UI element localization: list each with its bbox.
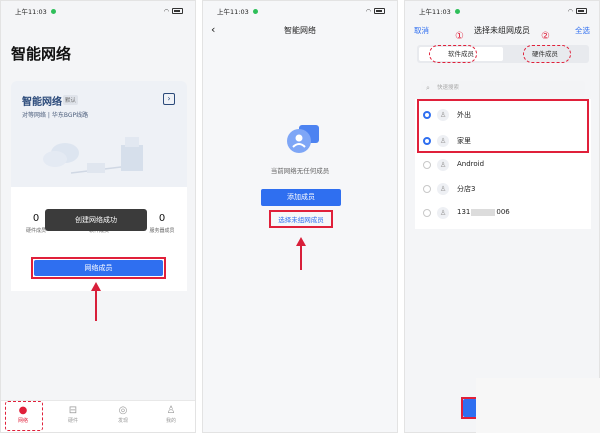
redacted-block: [471, 208, 496, 216]
member-name: 131 006: [457, 208, 510, 216]
member-name-suffix: 006: [496, 208, 510, 216]
wifi-icon: ◠: [163, 7, 169, 15]
status-time: 上午11:03: [217, 8, 249, 16]
wifi-icon: ◠: [567, 7, 573, 15]
step-marker-2: ②: [541, 31, 550, 42]
tab-label: 我的: [165, 418, 176, 424]
search-input[interactable]: ⌕ 快速搜索: [421, 81, 585, 95]
arrow-up-icon: [296, 237, 306, 246]
radio-unselected[interactable]: [423, 185, 431, 193]
watermark-area: [476, 378, 600, 433]
empty-state-text: 当前网络无任何成员: [270, 167, 330, 175]
status-bar: 上午11:03 ◠: [15, 5, 183, 17]
search-placeholder: 快速搜索: [437, 85, 460, 91]
compass-icon: ◎: [118, 405, 128, 416]
member-name: Android: [457, 160, 485, 168]
status-bar: 上午11:03 ◠: [419, 5, 587, 17]
page-title: 智能网络: [11, 45, 72, 63]
highlight-network-tab: [5, 401, 43, 431]
battery-icon: [172, 8, 183, 14]
phone-screen-select-members: 上午11:03 ◠ 取消 选择未组网成员 全选 ① ② 软件成员 硬件成员 ⌕ …: [404, 0, 600, 433]
highlight-members-button: [31, 257, 166, 279]
radio-unselected[interactable]: [423, 209, 431, 217]
tab-label: 硬件: [67, 418, 78, 424]
avatar: ♙: [437, 159, 449, 171]
network-subtitle: 对等网络 | 华东BGP线路: [22, 112, 89, 119]
tab-label: 发现: [117, 418, 128, 424]
empty-members-icon: [287, 125, 319, 153]
chevron-right-icon[interactable]: ›: [163, 93, 175, 105]
default-badge: 默认: [63, 95, 79, 105]
status-time: 上午11:03: [15, 8, 47, 16]
highlight-selected-members: [417, 99, 589, 153]
tab-discover[interactable]: ◎ 发现: [103, 404, 143, 424]
highlight-select-link: [269, 210, 333, 228]
page-title: 选择未组网成员: [474, 26, 530, 35]
arrow-up-shaft: [300, 246, 302, 270]
list-item[interactable]: ♙ 131 006: [415, 201, 591, 225]
status-icons: ◠: [164, 8, 183, 15]
search-icon: ⌕: [426, 84, 430, 92]
network-name: 智能网络: [22, 97, 62, 108]
list-item[interactable]: ♙ Android: [415, 153, 591, 177]
status-dot: [50, 8, 56, 14]
battery-icon: [374, 8, 385, 14]
tab-mine[interactable]: ♙ 我的: [151, 404, 191, 424]
status-time: 上午11:03: [419, 8, 451, 16]
person-icon: ♙: [166, 405, 176, 416]
highlight-hardware-tab: [523, 45, 571, 63]
add-member-button[interactable]: 添加成员: [261, 189, 341, 206]
page-title: 智能网络: [284, 26, 316, 35]
battery-icon: [576, 8, 587, 14]
router-icon: ⊟: [68, 405, 78, 416]
arrow-up-shaft: [95, 291, 97, 321]
status-icons: ◠: [568, 8, 587, 15]
wifi-icon: ◠: [365, 7, 371, 15]
highlight-software-tab: [429, 45, 477, 63]
phone-screen-network-home: 上午11:03 ◠ 智能网络 智能网络 默认 对等网络 | 华东BGP线路 › …: [0, 0, 196, 433]
status-dot: [252, 8, 258, 14]
tab-hardware[interactable]: ⊟ 硬件: [53, 404, 93, 424]
status-bar: 上午11:03 ◠: [217, 5, 385, 17]
status-dot: [454, 8, 460, 14]
step-marker-1: ①: [455, 31, 464, 42]
radio-unselected[interactable]: [423, 161, 431, 169]
arrow-up-icon: [91, 282, 101, 291]
phone-screen-network-detail: 上午11:03 ◠ ‹ 智能网络 当前网络无任何成员 添加成员 选择未组网成员: [202, 0, 398, 433]
avatar: ♙: [437, 183, 449, 195]
success-toast: 创建网络成功: [45, 209, 147, 231]
list-item[interactable]: ♙ 分店3: [415, 177, 591, 201]
status-icons: ◠: [366, 8, 385, 15]
cloud-network-illustration: [43, 137, 143, 174]
member-name: 分店3: [457, 185, 476, 193]
avatar: ♙: [437, 207, 449, 219]
member-name-prefix: 131: [457, 208, 471, 216]
select-all-button[interactable]: 全选: [575, 25, 590, 36]
